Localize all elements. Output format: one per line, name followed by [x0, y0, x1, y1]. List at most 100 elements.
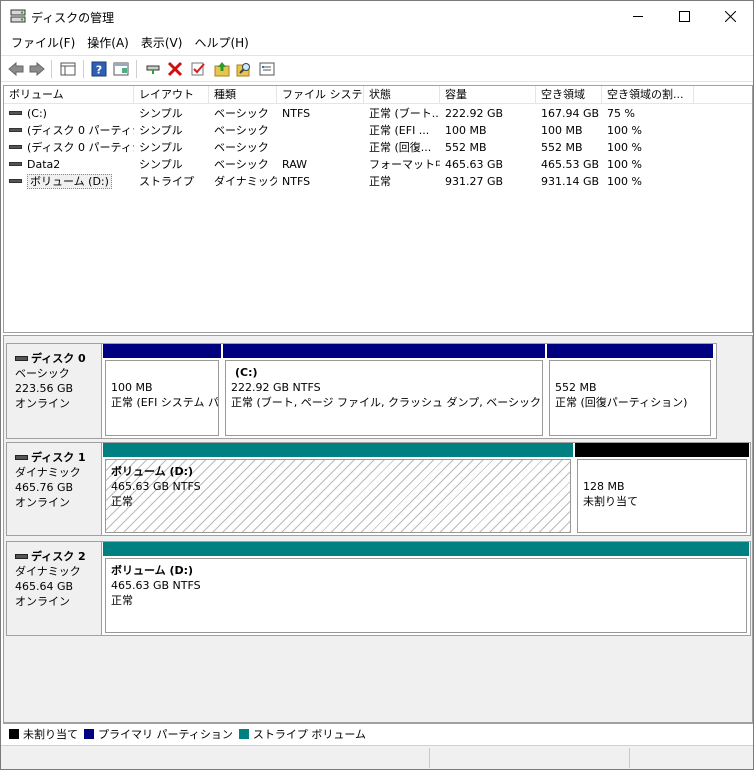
- menu-action[interactable]: 操作(A): [81, 32, 135, 54]
- col-header-free-space[interactable]: 空き領域: [536, 86, 602, 104]
- view-button[interactable]: [58, 59, 78, 79]
- col-header-volume[interactable]: ボリューム: [4, 86, 134, 104]
- partition-size: 100 MB: [111, 381, 153, 394]
- svg-text:?: ?: [96, 64, 102, 77]
- partition-title: ボリューム (D:): [111, 465, 194, 478]
- delete-button[interactable]: [165, 59, 185, 79]
- disk-0-label[interactable]: ディスク 0 ベーシック 223.56 GB オンライン: [6, 343, 102, 439]
- disk-size: 223.56 GB: [15, 382, 74, 395]
- partition-striped-d[interactable]: ボリューム (D:) 465.63 GB NTFS 正常: [103, 542, 749, 635]
- free-space-cell: 465.53 GB: [541, 158, 600, 171]
- col-header-capacity[interactable]: 容量: [440, 86, 536, 104]
- disk-status: オンライン: [15, 595, 70, 608]
- type-cell: ベーシック: [214, 141, 269, 154]
- capacity-cell: 931.27 GB: [445, 175, 504, 188]
- disk-icon: [15, 454, 28, 460]
- connect-button[interactable]: [143, 59, 163, 79]
- table-row[interactable]: Data2 シンプル ベーシック RAW フォーマット中 465.63 GB 4…: [4, 156, 752, 173]
- menu-view[interactable]: 表示(V): [135, 32, 189, 54]
- partition-unallocated[interactable]: 128 MB 未割り当て: [575, 443, 749, 535]
- close-button[interactable]: [707, 1, 753, 32]
- settings-button[interactable]: [257, 59, 277, 79]
- partition-title: [555, 365, 705, 380]
- back-icon: [8, 62, 24, 76]
- free-percent-cell: 100 %: [607, 175, 642, 188]
- table-row[interactable]: ボリューム (D:) ストライプ ダイナミック NTFS 正常 931.27 G…: [4, 173, 752, 190]
- filesystem-cell: RAW: [282, 158, 307, 171]
- import-icon: [214, 62, 230, 77]
- partition-title: [583, 464, 741, 479]
- menu-help[interactable]: ヘルプ(H): [188, 32, 254, 54]
- forward-button[interactable]: [27, 59, 47, 79]
- col-header-free-percent[interactable]: 空き領域の割...: [602, 86, 694, 104]
- filesystem-cell: [277, 122, 364, 139]
- partition-status: 正常 (ブート, ページ ファイル, クラッシュ ダンプ, ベーシック データ …: [231, 396, 542, 409]
- drive-icon: [9, 179, 22, 183]
- help-button[interactable]: ?: [89, 59, 109, 79]
- connect-icon: [146, 65, 160, 74]
- back-button[interactable]: [6, 59, 26, 79]
- partition-status: 正常: [111, 495, 133, 508]
- title-bar: ディスクの管理: [1, 1, 753, 32]
- partition-efi[interactable]: 100 MB 正常 (EFI システム パー: [103, 344, 221, 438]
- table-row[interactable]: (C:) シンプル ベーシック NTFS 正常 (ブート... 222.92 G…: [4, 105, 752, 122]
- col-header-filesystem[interactable]: ファイル システム: [277, 86, 364, 104]
- status-divider: [629, 748, 630, 768]
- volume-cell: ボリューム (D:): [4, 173, 134, 190]
- partition-bar: [547, 344, 713, 358]
- free-space-cell: 100 MB: [541, 124, 583, 137]
- disk-management-app-icon: [10, 9, 26, 23]
- partition-info: ボリューム (D:) 465.63 GB NTFS 正常: [105, 459, 571, 533]
- menu-file[interactable]: ファイル(F): [5, 32, 81, 54]
- table-row[interactable]: (ディスク 0 パーティシ... シンプル ベーシック 正常 (EFI ... …: [4, 122, 752, 139]
- properties-button[interactable]: [111, 59, 131, 79]
- volume-name: (C:): [27, 107, 47, 120]
- properties-icon: [113, 62, 129, 76]
- partition-info: (C:) 222.92 GB NTFS 正常 (ブート, ページ ファイル, ク…: [225, 360, 543, 436]
- partition-info: ボリューム (D:) 465.63 GB NTFS 正常: [105, 558, 747, 633]
- free-percent-cell: 100 %: [607, 158, 642, 171]
- disk-type: ダイナミック: [15, 466, 81, 479]
- search-button[interactable]: [234, 59, 254, 79]
- partition-info: 128 MB 未割り当て: [577, 459, 747, 533]
- partition-striped-d[interactable]: ボリューム (D:) 465.63 GB NTFS 正常: [103, 443, 573, 535]
- legend-primary-partition: プライマリ パーティション: [84, 726, 233, 742]
- partition-size: 465.63 GB NTFS: [111, 480, 201, 493]
- status-bar: [1, 745, 753, 769]
- col-header-layout[interactable]: レイアウト: [134, 86, 209, 104]
- maximize-icon: [678, 11, 690, 22]
- capacity-cell: 552 MB: [445, 141, 487, 154]
- disk-1-label[interactable]: ディスク 1 ダイナミック 465.76 GB オンライン: [6, 442, 102, 536]
- check-button[interactable]: [188, 59, 208, 79]
- import-button[interactable]: [212, 59, 232, 79]
- partition-title: (C:): [235, 366, 258, 379]
- check-icon: [191, 62, 205, 76]
- capacity-cell: 100 MB: [445, 124, 487, 137]
- disk-2-label[interactable]: ディスク 2 ダイナミック 465.64 GB オンライン: [6, 541, 102, 636]
- partition-recovery[interactable]: 552 MB 正常 (回復パーティション): [547, 344, 713, 438]
- layout-cell: シンプル: [139, 107, 183, 120]
- layout-cell: シンプル: [139, 124, 183, 137]
- type-cell: ベーシック: [214, 107, 269, 120]
- partition-c[interactable]: (C:) 222.92 GB NTFS 正常 (ブート, ページ ファイル, ク…: [223, 344, 545, 438]
- filesystem-cell: NTFS: [282, 107, 311, 120]
- legend-striped-volume: ストライプ ボリューム: [238, 726, 366, 742]
- col-header-status[interactable]: 状態: [364, 86, 440, 104]
- free-space-cell: 552 MB: [541, 141, 583, 154]
- status-cell: フォーマット中: [369, 158, 440, 171]
- legend-label: プライマリ パーティション: [98, 727, 233, 741]
- col-header-type[interactable]: 種類: [209, 86, 277, 104]
- disk-0-partitions: 100 MB 正常 (EFI システム パー (C:) 222.92 GB NT…: [101, 343, 717, 439]
- partition-bar: [223, 344, 545, 358]
- drive-icon: [9, 145, 22, 149]
- partition-bar: [575, 443, 749, 457]
- minimize-button[interactable]: [615, 1, 661, 32]
- maximize-button[interactable]: [661, 1, 707, 32]
- forward-icon: [29, 62, 45, 76]
- partition-status: 正常 (回復パーティション): [555, 396, 688, 409]
- table-row[interactable]: (ディスク 0 パーティシ... シンプル ベーシック 正常 (回復... 55…: [4, 139, 752, 156]
- volume-cell: (ディスク 0 パーティシ...: [4, 139, 134, 156]
- volume-name: Data2: [27, 158, 61, 171]
- settings-icon: [259, 62, 275, 76]
- disk-1-partitions: ボリューム (D:) 465.63 GB NTFS 正常 128 MB 未割り当…: [101, 442, 751, 536]
